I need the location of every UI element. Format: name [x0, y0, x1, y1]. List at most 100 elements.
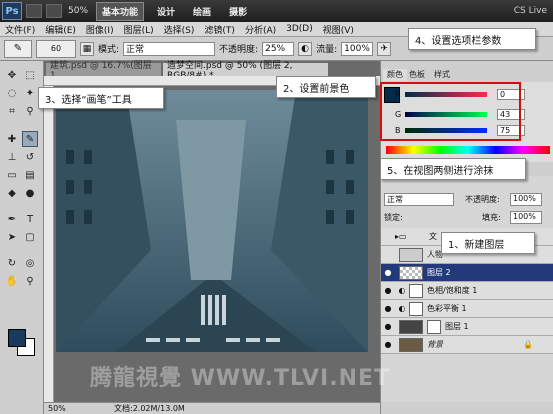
visibility-icon[interactable]: ● — [381, 268, 395, 277]
adjustment-icon: ◐ — [398, 286, 406, 295]
layer-thumbnail — [399, 337, 423, 352]
callout-set-options: 4、设置选项栏参数 — [408, 28, 536, 50]
3d-camera-tool-icon[interactable]: ◎ — [22, 255, 38, 271]
status-bar: 50% 文档:2.02M/13.0M — [44, 402, 380, 414]
layer-row[interactable]: ● ◐ 色彩平衡 1 — [381, 300, 553, 318]
eraser-tool-icon[interactable]: ▭ — [4, 167, 20, 183]
tools-panel: ✥ ⬚ ◌ ✦ ⌗ ⚲ ✚ ✎ ⊥ ↺ ▭ ▤ ◆ ● ✒ T ➤ ▢ ↻ ◎ … — [0, 61, 44, 414]
pressure-opacity-icon[interactable]: ◐ — [298, 41, 313, 56]
foreground-color-swatch[interactable] — [8, 329, 26, 347]
document-tab-building[interactable]: 建筑.psd @ 16.7%(图层 1... — [46, 61, 161, 81]
mask-thumbnail — [409, 301, 423, 316]
mode-label: 模式: — [98, 45, 120, 55]
callout-select-brush: 3、选择“画笔”工具 — [38, 87, 164, 109]
menu-filter[interactable]: 滤镜(T) — [199, 23, 240, 36]
visibility-icon[interactable]: ● — [381, 322, 395, 331]
brush-icon: ✎ — [13, 43, 23, 54]
visibility-icon[interactable]: ● — [381, 304, 395, 313]
tab-color[interactable]: 颜色 — [383, 69, 407, 81]
visibility-icon[interactable]: ● — [381, 286, 395, 295]
menu-3d[interactable]: 3D(D) — [281, 24, 318, 34]
city-street-artwork — [56, 90, 368, 352]
hand-tool-icon[interactable]: ✋ — [4, 273, 20, 289]
history-brush-tool-icon[interactable]: ↺ — [22, 149, 38, 165]
layer-opacity-field[interactable]: 100% — [510, 193, 542, 206]
quick-select-tool-icon[interactable]: ✦ — [22, 85, 38, 101]
visibility-icon[interactable]: ● — [381, 340, 395, 349]
layer-name: 图层 2 — [427, 268, 451, 277]
blend-mode-select[interactable]: 正常 — [384, 193, 454, 206]
layer-thumbnail — [399, 265, 423, 280]
layer-row[interactable]: ● 图层 2 — [381, 264, 553, 282]
ruler-vertical — [44, 86, 54, 404]
brush-tool-icon[interactable]: ✎ — [22, 131, 38, 147]
brush-size-value: 60 — [50, 44, 62, 53]
status-zoom[interactable]: 50% — [48, 404, 84, 413]
flow-label: 流量: — [316, 45, 338, 55]
menu-select[interactable]: 选择(S) — [159, 23, 200, 36]
bridge-icon[interactable] — [26, 4, 42, 18]
menu-analysis[interactable]: 分析(A) — [240, 23, 281, 36]
layer-opacity-label: 不透明度: — [465, 195, 500, 204]
workspace-painting[interactable]: 绘画 — [188, 3, 216, 20]
folder-icon: ▸▭ — [395, 232, 407, 241]
layer-thumbnail — [399, 319, 423, 334]
color-highlight-box — [380, 82, 521, 141]
marquee-tool-icon[interactable]: ⬚ — [22, 67, 38, 83]
opacity-field[interactable]: 25% — [262, 41, 295, 56]
pen-tool-icon[interactable]: ✒ — [4, 211, 20, 227]
blur-tool-icon[interactable]: ◆ — [4, 185, 20, 201]
workspace-essentials[interactable]: 基本功能 — [96, 1, 145, 21]
lock-label: 锁定: — [384, 213, 403, 222]
zoom-level[interactable]: 50% — [68, 6, 88, 16]
brush-panel-toggle-icon[interactable]: ▦ — [80, 41, 94, 56]
lock-icon: 🔒 — [523, 340, 533, 349]
callout-new-layer: 1、新建图层 — [441, 232, 535, 254]
layer-row[interactable]: ● ◐ 色相/饱和度 1 — [381, 282, 553, 300]
tab-swatches[interactable]: 色板 — [405, 69, 429, 81]
dodge-tool-icon[interactable]: ● — [22, 185, 38, 201]
brush-preset-picker[interactable]: 60 — [36, 39, 76, 58]
zoom-tool-icon[interactable]: ⚲ — [22, 273, 38, 289]
opacity-label: 不透明度: — [219, 45, 259, 55]
move-tool-icon[interactable]: ✥ — [4, 67, 20, 83]
flow-field[interactable]: 100% — [341, 41, 374, 56]
type-tool-icon[interactable]: T — [22, 211, 38, 227]
path-select-tool-icon[interactable]: ➤ — [4, 229, 20, 245]
callout-paint-sides: 5、在视图两侧进行涂抹 — [380, 158, 526, 180]
layer-name: 色彩平衡 1 — [427, 304, 467, 313]
layer-row[interactable]: ● 背景 🔒 — [381, 336, 553, 354]
workspace-photography[interactable]: 摄影 — [224, 3, 252, 20]
watermark: 腾龍視覺 WWW.TLVI.NET — [90, 366, 391, 391]
crop-tool-icon[interactable]: ⌗ — [4, 103, 20, 119]
eyedropper-tool-icon[interactable]: ⚲ — [22, 103, 38, 119]
3d-rotate-tool-icon[interactable]: ↻ — [4, 255, 20, 271]
canvas-image[interactable] — [56, 90, 368, 352]
workspace-design[interactable]: 设计 — [152, 3, 180, 20]
mask-thumbnail — [409, 283, 423, 298]
layer-row[interactable]: ● 图层 1 — [381, 318, 553, 336]
menu-edit[interactable]: 编辑(E) — [40, 23, 81, 36]
tool-preset-picker[interactable]: ✎ — [4, 39, 32, 58]
fill-label: 填充: — [482, 213, 501, 222]
menu-view[interactable]: 视图(V) — [318, 23, 359, 36]
layer-thumbnail — [399, 247, 423, 262]
callout-set-foreground: 2、设置前景色 — [276, 76, 376, 98]
mode-select[interactable]: 正常 — [123, 41, 216, 56]
lasso-tool-icon[interactable]: ◌ — [4, 85, 20, 101]
document-tab-dream-space[interactable]: 造梦空间.psd @ 50% (图层 2, RGB/8#) * — [163, 61, 328, 81]
color-spectrum[interactable] — [386, 146, 550, 154]
menu-file[interactable]: 文件(F) — [0, 23, 40, 36]
clone-stamp-tool-icon[interactable]: ⊥ — [4, 149, 20, 165]
layer-name: 文 — [429, 232, 437, 241]
shape-tool-icon[interactable]: ▢ — [22, 229, 38, 245]
airbrush-icon[interactable]: ✈ — [377, 41, 392, 56]
cs-live-button[interactable]: CS Live — [514, 6, 547, 16]
healing-brush-tool-icon[interactable]: ✚ — [4, 131, 20, 147]
fill-field[interactable]: 100% — [510, 211, 542, 224]
menu-layer[interactable]: 图层(L) — [119, 23, 159, 36]
minibridge-icon[interactable] — [46, 4, 62, 18]
tab-styles[interactable]: 样式 — [430, 69, 454, 81]
menu-image[interactable]: 图像(I) — [81, 23, 119, 36]
gradient-tool-icon[interactable]: ▤ — [22, 167, 38, 183]
